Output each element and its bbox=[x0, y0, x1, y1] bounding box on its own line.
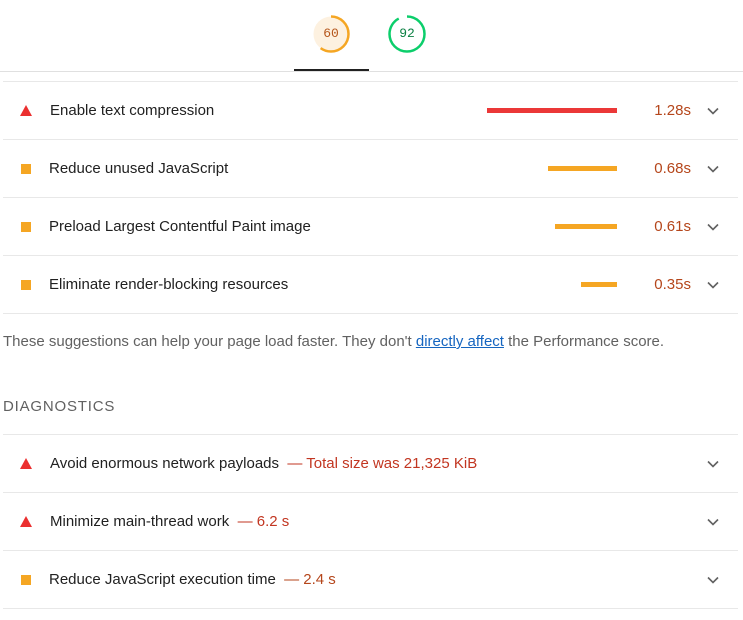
audit-title: Reduce JavaScript execution time bbox=[49, 571, 276, 588]
audit-display-value: — 2.4 s bbox=[284, 571, 336, 588]
accessibility-gauge[interactable]: 92 bbox=[387, 13, 427, 55]
note-text-before: These suggestions can help your page loa… bbox=[3, 333, 416, 350]
audit-display-value: — 6.2 s bbox=[237, 513, 290, 530]
audit-reduce-unused-javascript[interactable]: Reduce unused JavaScript 0.68s bbox=[3, 140, 738, 198]
audit-title: Avoid enormous network payloads bbox=[50, 455, 280, 472]
savings-bar bbox=[487, 108, 617, 113]
audit-eliminate-render-blocking[interactable]: Eliminate render-blocking resources 0.35… bbox=[3, 256, 738, 314]
active-gauge-indicator bbox=[294, 69, 369, 71]
gauge-score: 92 bbox=[399, 26, 415, 41]
chevron-down-icon[interactable] bbox=[706, 573, 720, 587]
average-square-icon bbox=[21, 164, 31, 174]
average-square-icon bbox=[21, 280, 31, 290]
chevron-down-icon[interactable] bbox=[706, 515, 720, 529]
audit-title-row: Reduce JavaScript execution time — 2.4 s bbox=[49, 571, 336, 588]
audit-title: Reduce unused JavaScript bbox=[49, 160, 229, 177]
savings-value: 0.35s bbox=[654, 276, 691, 293]
audit-network-payloads[interactable]: Avoid enormous network payloads — Total … bbox=[3, 435, 738, 493]
savings-bar bbox=[581, 282, 617, 287]
diagnostics-heading: DIAGNOSTICS bbox=[3, 398, 116, 415]
audit-title: Enable text compression bbox=[50, 102, 215, 119]
performance-gauge[interactable]: 60 bbox=[311, 13, 351, 55]
audit-title-row: Minimize main-thread work — 6.2 s bbox=[50, 513, 289, 530]
note-text-after: the Performance score. bbox=[503, 333, 665, 350]
savings-bar bbox=[548, 166, 617, 171]
audit-title: Eliminate render-blocking resources bbox=[49, 276, 289, 293]
category-gauges: 60 92 bbox=[0, 0, 743, 72]
audit-main-thread-work[interactable]: Minimize main-thread work — 6.2 s bbox=[3, 493, 738, 551]
audit-preload-lcp-image[interactable]: Preload Largest Contentful Paint image 0… bbox=[3, 198, 738, 256]
chevron-down-icon[interactable] bbox=[706, 220, 720, 234]
audit-title: Minimize main-thread work bbox=[50, 513, 230, 530]
chevron-down-icon[interactable] bbox=[706, 457, 720, 471]
chevron-down-icon[interactable] bbox=[706, 162, 720, 176]
fail-triangle-icon bbox=[20, 105, 32, 116]
gauge-score: 60 bbox=[323, 26, 339, 41]
fail-triangle-icon bbox=[20, 516, 32, 527]
average-square-icon bbox=[21, 222, 31, 232]
chevron-down-icon[interactable] bbox=[706, 104, 720, 118]
average-square-icon bbox=[21, 575, 31, 585]
savings-value: 0.68s bbox=[654, 160, 691, 177]
savings-value: 1.28s bbox=[654, 102, 691, 119]
audit-enable-text-compression[interactable]: Enable text compression 1.28s bbox=[3, 82, 738, 140]
chevron-down-icon[interactable] bbox=[706, 278, 720, 292]
audit-title: Preload Largest Contentful Paint image bbox=[49, 218, 311, 235]
savings-value: 0.61s bbox=[654, 218, 691, 235]
audit-title-row: Avoid enormous network payloads — Total … bbox=[50, 455, 477, 472]
fail-triangle-icon bbox=[20, 458, 32, 469]
directly-affect-link[interactable]: directly affect bbox=[416, 333, 504, 350]
opportunities-note: These suggestions can help your page loa… bbox=[3, 333, 664, 350]
audit-display-value: — Total size was 21,325 KiB bbox=[287, 455, 478, 472]
audit-js-execution-time[interactable]: Reduce JavaScript execution time — 2.4 s bbox=[3, 551, 738, 609]
savings-bar bbox=[555, 224, 617, 229]
